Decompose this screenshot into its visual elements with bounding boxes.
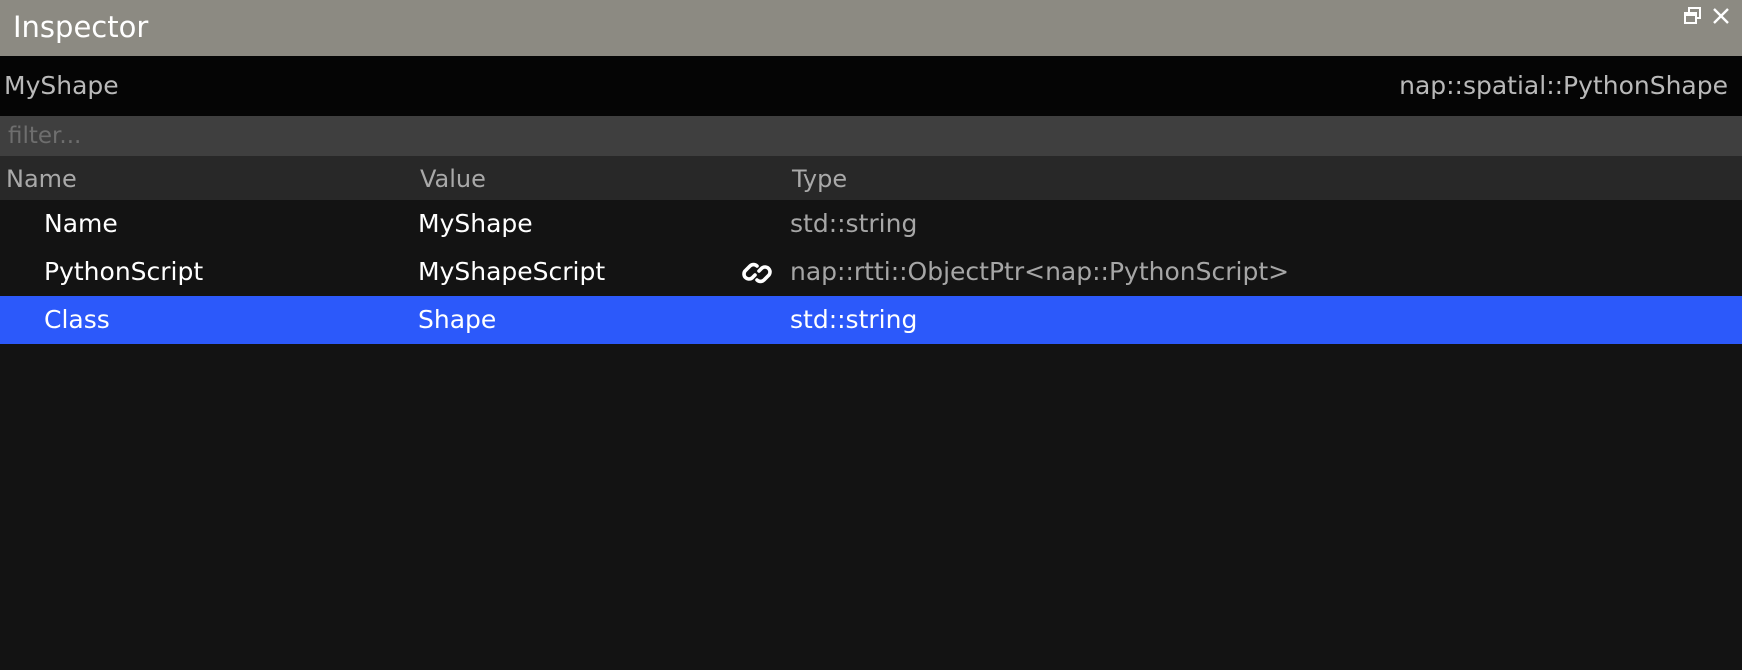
property-row-selected[interactable]: Class Shape std::string	[0, 296, 1742, 344]
object-type: nap::spatial::PythonShape	[1399, 71, 1728, 100]
column-header-name[interactable]: Name	[6, 164, 77, 194]
column-header-type[interactable]: Type	[792, 164, 847, 194]
column-header-value[interactable]: Value	[420, 164, 486, 194]
panel-title: Inspector	[13, 10, 149, 44]
property-row[interactable]: PythonScript MyShapeScript nap::rtti::Ob…	[0, 248, 1742, 296]
property-row[interactable]: Name MyShape std::string	[0, 200, 1742, 248]
link-icon[interactable]	[740, 256, 774, 290]
property-name: Name	[44, 209, 118, 238]
property-type: std::string	[790, 209, 918, 238]
property-value[interactable]: MyShapeScript	[418, 256, 605, 288]
property-value[interactable]: MyShape	[418, 208, 533, 240]
property-list: Name MyShape std::string PythonScript My…	[0, 200, 1742, 344]
object-name: MyShape	[4, 71, 119, 100]
property-type: nap::rtti::ObjectPtr<nap::PythonScript>	[790, 257, 1290, 286]
property-value[interactable]: Shape	[418, 304, 496, 336]
property-name: PythonScript	[44, 257, 204, 286]
column-header: Name Value Type	[0, 156, 1742, 200]
restore-window-icon[interactable]	[1682, 5, 1704, 27]
close-icon[interactable]	[1710, 5, 1732, 27]
inspector-panel: Inspector MyShape nap::spatial::PythonSh…	[0, 0, 1742, 670]
property-type: std::string	[790, 305, 918, 334]
panel-titlebar[interactable]: Inspector	[0, 0, 1742, 56]
object-header: MyShape nap::spatial::PythonShape	[0, 56, 1742, 116]
property-name: Class	[44, 305, 110, 334]
filter-input[interactable]	[0, 116, 1742, 156]
